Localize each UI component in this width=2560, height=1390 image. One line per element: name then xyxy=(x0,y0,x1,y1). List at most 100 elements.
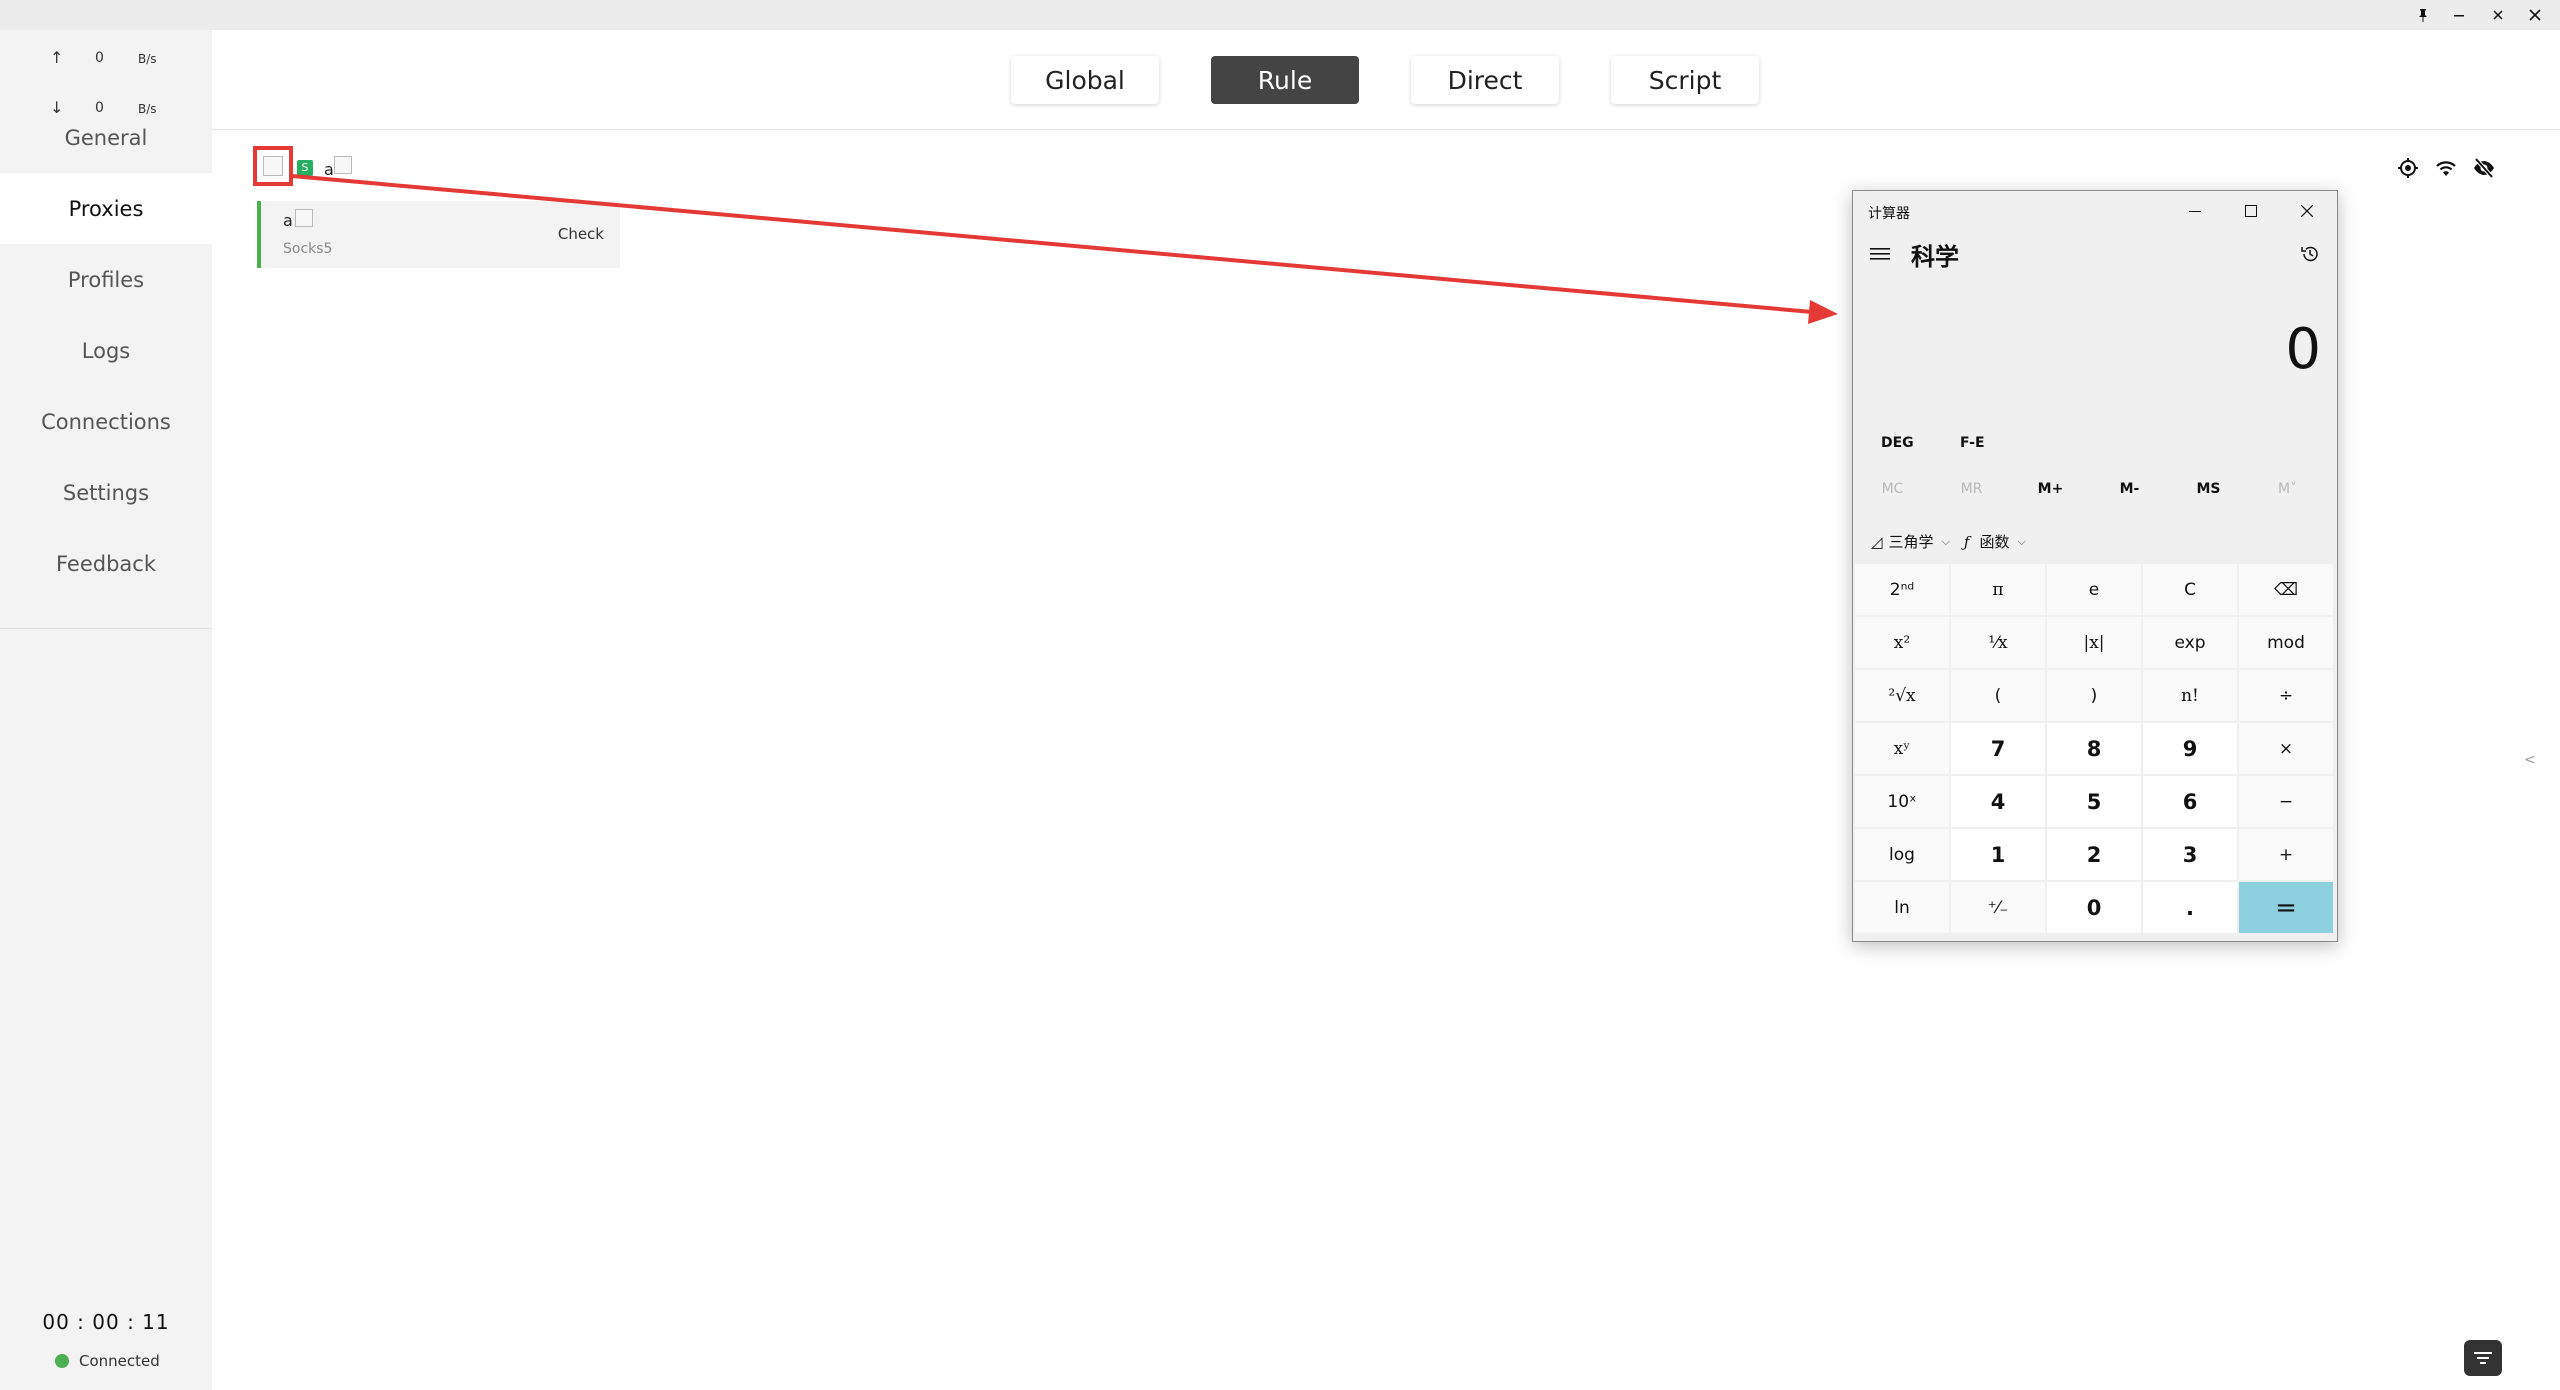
maximize-icon[interactable] xyxy=(2479,0,2517,30)
calc-key[interactable]: 4 xyxy=(1951,776,2045,827)
calc-key[interactable]: . xyxy=(2143,882,2237,933)
upload-value: 0 xyxy=(95,50,104,66)
calc-key[interactable]: C xyxy=(2143,564,2237,615)
calc-key[interactable]: 7 xyxy=(1951,723,2045,774)
calc-key[interactable]: ln xyxy=(1855,882,1949,933)
calc-key[interactable]: exp xyxy=(2143,617,2237,668)
trigonometry-icon: ◿ xyxy=(1871,532,1883,551)
wifi-icon[interactable] xyxy=(2432,154,2460,182)
calc-key[interactable]: ²√x xyxy=(1855,670,1949,721)
upload-speed: ↑ 0 B/s xyxy=(0,44,212,74)
fe-button[interactable]: F-E xyxy=(1960,435,1985,451)
proxy-icon-image xyxy=(295,209,313,227)
filter-button[interactable] xyxy=(2464,1340,2502,1376)
calc-key[interactable]: e xyxy=(2047,564,2141,615)
ms-button[interactable]: MS xyxy=(2169,473,2248,505)
calc-key[interactable]: = xyxy=(2239,882,2333,933)
calc-key[interactable]: 8 xyxy=(2047,723,2141,774)
title-bar xyxy=(0,0,2560,30)
calc-key[interactable]: |x| xyxy=(2047,617,2141,668)
calc-key[interactable]: 3 xyxy=(2143,829,2237,880)
calc-minimize-icon[interactable] xyxy=(2167,191,2223,231)
group-name[interactable]: a xyxy=(324,160,334,179)
status-dot-icon xyxy=(55,1354,69,1368)
m-plus-button[interactable]: M+ xyxy=(2011,473,2090,505)
calc-key[interactable]: ⁺⁄₋ xyxy=(1951,882,2045,933)
calc-key[interactable]: ( xyxy=(1951,670,2045,721)
mode-script-button[interactable]: Script xyxy=(1611,56,1759,104)
memory-list-button[interactable]: M˅ xyxy=(2248,473,2327,505)
chevron-down-icon: ⌵ xyxy=(2017,534,2026,548)
calc-key[interactable]: log xyxy=(1855,829,1949,880)
connection-status-label: Connected xyxy=(79,1352,160,1370)
mc-button[interactable]: MC xyxy=(1853,473,1932,505)
memory-row: MC MR M+ M- MS M˅ xyxy=(1853,473,2337,505)
mode-direct-button[interactable]: Direct xyxy=(1411,56,1559,104)
sidebar-nav: General Proxies Profiles Logs Connection… xyxy=(0,102,212,599)
calc-key[interactable]: 2 xyxy=(2047,829,2141,880)
calc-key[interactable]: ⌫ xyxy=(2239,564,2333,615)
sidebar-item-general[interactable]: General xyxy=(0,102,212,173)
calc-key[interactable]: − xyxy=(2239,776,2333,827)
calc-key[interactable]: 9 xyxy=(2143,723,2237,774)
calc-key[interactable]: x² xyxy=(1855,617,1949,668)
connection-status: Connected xyxy=(55,1352,160,1370)
proxy-card[interactable]: a Socks5 Check xyxy=(257,201,620,268)
calc-key[interactable]: 0 xyxy=(2047,882,2141,933)
group-type-badge: S xyxy=(297,160,313,176)
calculator-display: 0 xyxy=(2285,317,2321,382)
highlight-box xyxy=(253,146,293,186)
mode-global-button[interactable]: Global xyxy=(1011,56,1159,104)
calculator-window: 计算器 科学 0 DEG F-E MC MR M+ M- MS M˅ ◿ 三角学… xyxy=(1852,190,2338,942)
history-icon[interactable] xyxy=(2297,241,2323,267)
calc-key[interactable]: ¹⁄x xyxy=(1951,617,2045,668)
calc-key[interactable]: 5 xyxy=(2047,776,2141,827)
upload-unit: B/s xyxy=(138,52,157,66)
uptime-timer: 00 : 00 : 11 xyxy=(42,1310,170,1334)
calc-key[interactable]: + xyxy=(2239,829,2333,880)
calc-key[interactable]: xʸ xyxy=(1855,723,1949,774)
calc-key[interactable]: 1 xyxy=(1951,829,2045,880)
calc-key[interactable]: × xyxy=(2239,723,2333,774)
close-icon[interactable] xyxy=(2516,0,2554,30)
calc-key[interactable]: n! xyxy=(2143,670,2237,721)
sidebar-item-profiles[interactable]: Profiles xyxy=(0,244,212,315)
locate-icon[interactable] xyxy=(2394,154,2422,182)
proxy-type: Socks5 xyxy=(283,241,333,257)
mr-button[interactable]: MR xyxy=(1932,473,2011,505)
calc-key[interactable]: ÷ xyxy=(2239,670,2333,721)
check-button[interactable]: Check xyxy=(558,225,604,243)
side-collapse-chevron[interactable]: < xyxy=(2524,752,2536,768)
calc-close-icon[interactable] xyxy=(2279,191,2335,231)
calc-key[interactable]: 2ⁿᵈ xyxy=(1855,564,1949,615)
calc-key[interactable]: 6 xyxy=(2143,776,2237,827)
pin-icon[interactable] xyxy=(2404,0,2442,30)
calc-key[interactable]: π xyxy=(1951,564,2045,615)
header-divider xyxy=(212,129,2560,130)
calculator-title: 计算器 xyxy=(1868,206,1910,222)
minimize-icon[interactable] xyxy=(2440,0,2478,30)
sidebar-item-settings[interactable]: Settings xyxy=(0,457,212,528)
eye-off-icon[interactable] xyxy=(2470,154,2498,182)
function-icon: ƒ xyxy=(1963,532,1970,551)
hamburger-menu-icon[interactable] xyxy=(1867,241,1893,267)
deg-button[interactable]: DEG xyxy=(1881,435,1914,451)
calc-key[interactable]: 10ˣ xyxy=(1855,776,1949,827)
calc-maximize-icon[interactable] xyxy=(2223,191,2279,231)
function-dropdown[interactable]: 函数 xyxy=(1979,531,2009,552)
m-minus-button[interactable]: M- xyxy=(2090,473,2169,505)
filter-icon xyxy=(2474,1352,2492,1364)
calculator-mode-title: 科学 xyxy=(1911,243,1959,271)
function-row: ◿ 三角学 ⌵ ƒ 函数 ⌵ xyxy=(1871,531,2040,552)
sidebar-item-connections[interactable]: Connections xyxy=(0,386,212,457)
keypad: 2ⁿᵈ π e C ⌫ x² ¹⁄x |x| exp mod ²√x() n! ÷ xʸ 7 8 9 × 10ˣ 4 5… xyxy=(1855,564,2335,933)
sidebar-item-feedback[interactable]: Feedback xyxy=(0,528,212,599)
sidebar-item-logs[interactable]: Logs xyxy=(0,315,212,386)
trigonometry-dropdown[interactable]: 三角学 xyxy=(1889,531,1934,552)
calc-key[interactable]: ) xyxy=(2047,670,2141,721)
sidebar-item-proxies[interactable]: Proxies xyxy=(0,173,212,244)
chevron-down-icon: ⌵ xyxy=(1941,534,1950,548)
proxy-name: a xyxy=(283,211,293,230)
calc-key[interactable]: mod xyxy=(2239,617,2333,668)
mode-rule-button[interactable]: Rule xyxy=(1211,56,1359,104)
